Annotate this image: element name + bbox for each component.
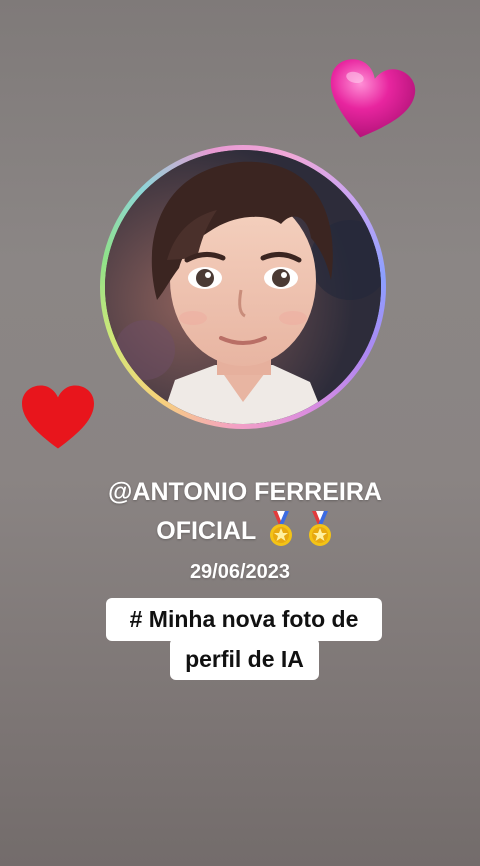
username-line-2: OFICIAL xyxy=(156,517,256,545)
red-heart-icon xyxy=(20,384,96,450)
username-line-2-row: OFICIAL xyxy=(60,511,430,550)
username-line-1: @ANTONIO FERREIRA xyxy=(108,478,382,506)
pink-heart-icon xyxy=(316,52,423,151)
post-date: 29/06/2023 xyxy=(189,561,291,583)
avatar xyxy=(105,150,381,424)
profile-username: @ANTONIO FERREIRA OFICIAL xyxy=(60,474,430,550)
medal-icon xyxy=(267,511,295,547)
profile-avatar-ring xyxy=(100,145,386,429)
caption-line-2: perfil de IA xyxy=(170,638,319,680)
caption-line-1: # Minha nova foto de xyxy=(106,598,382,641)
medal-icon xyxy=(306,511,334,547)
